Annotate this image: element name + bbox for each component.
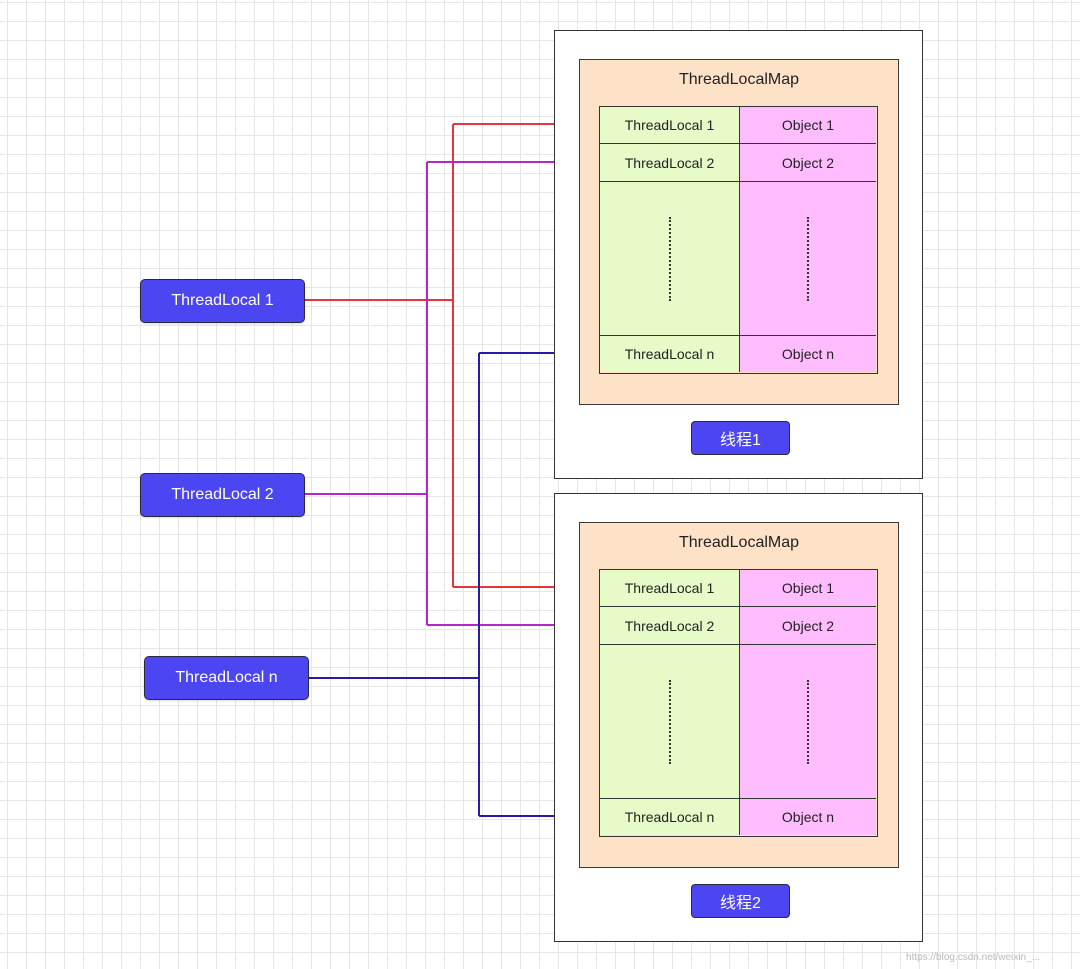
map-key-cell: ThreadLocal 2 [600, 607, 739, 645]
vertical-ellipsis [668, 679, 671, 764]
source-node-threadlocal-2[interactable]: ThreadLocal 2 [140, 473, 305, 517]
vertical-ellipsis [668, 216, 671, 301]
edge-threadlocal-1-trunk [305, 124, 454, 587]
thread-2-box[interactable]: ThreadLocalMap ThreadLocal 1 Object 1 Th… [554, 493, 923, 942]
map-key-cell: ThreadLocal n [600, 336, 739, 372]
map-key-ellipsis-cell [600, 645, 739, 799]
map-value-cell: Object n [739, 336, 876, 372]
thread-2-label: 线程2 [691, 884, 790, 918]
edge-threadlocal-2-trunk [305, 162, 428, 625]
source-node-label: ThreadLocal 1 [171, 292, 274, 309]
map-key-cell: ThreadLocal 1 [600, 570, 739, 607]
vertical-ellipsis [807, 216, 809, 301]
source-node-threadlocal-n[interactable]: ThreadLocal n [144, 656, 309, 700]
map-value-ellipsis-cell [739, 182, 876, 336]
map-value-ellipsis-cell [739, 645, 876, 799]
map-entry-table: ThreadLocal 1 Object 1 ThreadLocal 2 Obj… [599, 106, 878, 374]
source-node-label: ThreadLocal n [175, 669, 278, 686]
map-value-cell: Object 2 [739, 607, 876, 645]
map-entry-table: ThreadLocal 1 Object 1 ThreadLocal 2 Obj… [599, 569, 878, 837]
map-value-cell: Object 2 [739, 144, 876, 182]
map-key-cell: ThreadLocal 2 [600, 144, 739, 182]
source-node-label: ThreadLocal 2 [171, 486, 274, 503]
map-title: ThreadLocalMap [678, 71, 800, 88]
threadlocalmap-box: ThreadLocalMap ThreadLocal 1 Object 1 Th… [579, 59, 899, 405]
map-key-ellipsis-cell [600, 182, 739, 336]
map-value-cell: Object n [739, 799, 876, 835]
watermark: https://blog.csdn.net/weixin_... [906, 952, 1040, 963]
diagram-canvas: ThreadLocal 1 ThreadLocal 2 ThreadLocal … [0, 0, 1080, 969]
map-value-cell: Object 1 [739, 570, 876, 607]
map-key-cell: ThreadLocal 1 [600, 107, 739, 144]
map-value-cell: Object 1 [739, 107, 876, 144]
threadlocalmap-box: ThreadLocalMap ThreadLocal 1 Object 1 Th… [579, 522, 899, 868]
thread-1-label: 线程1 [691, 421, 790, 455]
source-node-threadlocal-1[interactable]: ThreadLocal 1 [140, 279, 305, 323]
map-title: ThreadLocalMap [678, 534, 800, 551]
vertical-ellipsis [807, 679, 809, 764]
map-key-cell: ThreadLocal n [600, 799, 739, 835]
thread-1-box[interactable]: ThreadLocalMap ThreadLocal 1 Object 1 Th… [554, 30, 923, 479]
